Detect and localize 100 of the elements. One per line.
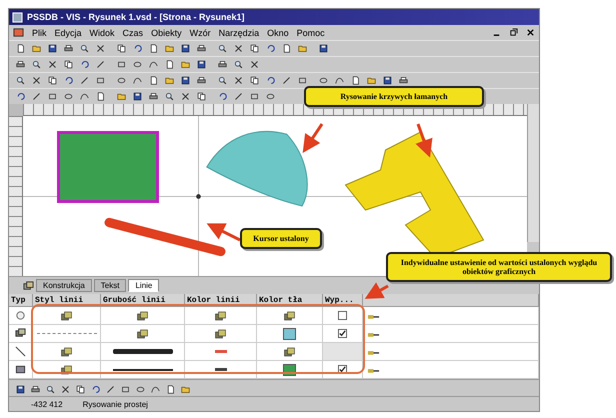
square-icon bbox=[15, 364, 26, 375]
document-icon bbox=[13, 27, 24, 38]
menu-item[interactable]: Widok bbox=[90, 28, 115, 38]
layers-icon bbox=[23, 281, 34, 292]
copy-icon bbox=[250, 43, 259, 54]
scissors-icon bbox=[48, 59, 57, 70]
folder-icon bbox=[298, 43, 307, 54]
app-icon bbox=[12, 12, 23, 22]
line-sample bbox=[112, 349, 172, 354]
menu-item[interactable]: Plik bbox=[32, 28, 47, 38]
curve-icon bbox=[335, 75, 344, 86]
stack-icon bbox=[15, 328, 26, 339]
restore-icon[interactable] bbox=[509, 28, 518, 37]
callout: Kursor ustalony bbox=[240, 228, 322, 249]
ellipse-icon bbox=[133, 59, 142, 70]
undo-icon bbox=[266, 43, 275, 54]
printer-icon bbox=[64, 43, 73, 54]
window-title: PSSDB - VIS - Rysunek 1.vsd - [Strona - Rysunek1] bbox=[27, 12, 245, 22]
line-icon bbox=[32, 91, 41, 102]
scissors-icon bbox=[96, 43, 105, 54]
rectangle-icon bbox=[96, 75, 105, 86]
rectangle-icon bbox=[298, 75, 307, 86]
rectangle-icon bbox=[250, 91, 259, 102]
default-icon bbox=[283, 310, 296, 320]
scissors-icon bbox=[250, 59, 259, 70]
diagonal-icon bbox=[15, 346, 26, 357]
ellipse-icon bbox=[266, 91, 275, 102]
checkbox[interactable] bbox=[338, 311, 347, 320]
default-icon bbox=[136, 328, 149, 338]
column-header[interactable]: Typ bbox=[9, 294, 33, 307]
ruler-corner bbox=[9, 104, 23, 116]
zoom-icon bbox=[16, 75, 25, 86]
printer-icon bbox=[218, 59, 227, 70]
line-icon bbox=[234, 91, 243, 102]
folder-icon bbox=[32, 43, 41, 54]
folder-icon bbox=[181, 59, 190, 70]
close-icon[interactable] bbox=[526, 28, 535, 37]
folder-icon bbox=[117, 91, 126, 102]
default-icon bbox=[60, 364, 73, 374]
scissors-icon bbox=[32, 75, 41, 86]
ellipse-icon bbox=[319, 75, 328, 86]
page-icon bbox=[149, 75, 158, 86]
printer-icon bbox=[197, 43, 206, 54]
callout: Rysowanie krzywych łamanych bbox=[304, 86, 484, 107]
rectangle-icon bbox=[48, 91, 57, 102]
menu-item[interactable]: Obiekty bbox=[151, 28, 182, 38]
menu-item[interactable]: Narzędzia bbox=[218, 28, 260, 38]
undo-icon bbox=[133, 43, 142, 54]
undo-icon bbox=[266, 75, 275, 86]
default-icon bbox=[214, 328, 227, 338]
circle-icon bbox=[15, 310, 26, 321]
page-icon bbox=[165, 59, 174, 70]
copy-icon bbox=[250, 75, 259, 86]
menu-item[interactable]: Wzór bbox=[190, 28, 211, 38]
copy-icon bbox=[76, 384, 85, 394]
line-icon bbox=[106, 384, 115, 394]
printer-icon bbox=[399, 75, 408, 86]
copy-icon bbox=[197, 91, 206, 102]
line-sample bbox=[36, 333, 96, 334]
undo-icon bbox=[218, 91, 227, 102]
line-icon bbox=[96, 59, 105, 70]
folder-icon bbox=[367, 75, 376, 86]
menu-item[interactable]: Pomoc bbox=[296, 28, 325, 38]
zoom-icon bbox=[234, 59, 243, 70]
cursor-mark bbox=[195, 193, 202, 200]
checkbox[interactable] bbox=[338, 329, 347, 338]
tab[interactable]: Linie bbox=[128, 279, 160, 292]
menu-item[interactable]: Okno bbox=[267, 28, 289, 38]
rectangle-icon bbox=[117, 59, 126, 70]
printer-icon bbox=[149, 91, 158, 102]
page-icon bbox=[16, 43, 25, 54]
ellipse-icon bbox=[117, 75, 126, 86]
page-icon bbox=[351, 75, 360, 86]
copy-icon bbox=[48, 75, 57, 86]
line-icon bbox=[80, 75, 89, 86]
zoom-icon bbox=[218, 43, 227, 54]
copy-icon bbox=[64, 59, 73, 70]
default-icon bbox=[283, 346, 296, 356]
folder-icon bbox=[165, 75, 174, 86]
curve-icon bbox=[80, 91, 89, 102]
printer-icon bbox=[16, 59, 25, 70]
line-icon bbox=[282, 75, 291, 86]
zoom-icon bbox=[80, 43, 89, 54]
copy-icon bbox=[117, 43, 126, 54]
tab[interactable]: Konstrukcja bbox=[36, 279, 92, 292]
ellipse-icon bbox=[64, 91, 73, 102]
zoom-icon bbox=[46, 384, 55, 394]
printer-icon bbox=[197, 75, 206, 86]
page-icon bbox=[282, 43, 291, 54]
undo-icon bbox=[80, 59, 89, 70]
vertical-scrollbar[interactable] bbox=[527, 104, 539, 242]
menu-item[interactable]: Czas bbox=[122, 28, 144, 38]
undo-icon bbox=[16, 91, 25, 102]
zoom-icon bbox=[32, 59, 41, 70]
menu-item[interactable]: Edycja bbox=[54, 28, 82, 38]
line-sample bbox=[112, 368, 172, 370]
folder-icon bbox=[165, 43, 174, 54]
status-text: Rysowanie prostej bbox=[82, 400, 148, 408]
default-icon bbox=[214, 310, 227, 320]
tab[interactable]: Tekst bbox=[94, 279, 126, 292]
